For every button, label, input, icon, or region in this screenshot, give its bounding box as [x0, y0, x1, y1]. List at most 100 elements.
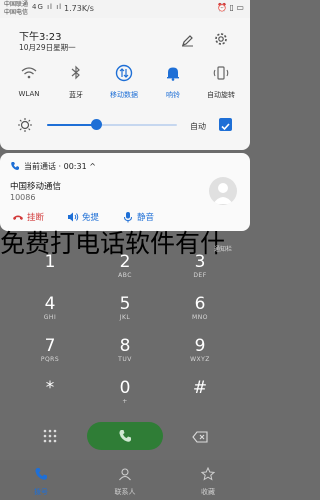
clock-time: 下午3:23 — [19, 32, 62, 43]
caller-number: 10086 — [10, 193, 36, 202]
key-letters: JKL — [119, 314, 131, 321]
speaker-button[interactable]: 免提 — [67, 211, 99, 223]
key-letters: PQRS — [40, 356, 60, 363]
speaker-icon — [68, 212, 79, 222]
phone-icon — [35, 468, 47, 480]
key-digit: # — [192, 378, 208, 398]
dialpad-key[interactable]: 6 MNO — [170, 294, 230, 332]
key-digit: 5 — [119, 294, 131, 314]
avatar — [209, 177, 237, 205]
auto-brightness-label: 自动 — [190, 122, 206, 131]
check-icon — [221, 123, 230, 131]
phone-icon — [119, 430, 131, 442]
tab-label: 收藏 — [201, 488, 215, 496]
caller-name: 中国移动通信 — [10, 182, 62, 192]
tile-ring[interactable]: 响铃 — [149, 64, 197, 108]
ongoing-call-notification[interactable]: 当前通话 · 00:31 ^ 中国移动通信 10086 挂断 免提 静音 — [0, 153, 250, 231]
key-digit: 4 — [44, 294, 56, 314]
microphone-icon — [124, 212, 132, 223]
mute-label: 静音 — [137, 213, 155, 223]
key-digit: 6 — [194, 294, 206, 314]
dialpad-toggle-icon[interactable] — [43, 428, 57, 447]
bell-icon — [149, 64, 197, 82]
speaker-label: 免提 — [82, 213, 100, 223]
dialpad-key[interactable]: # — [170, 378, 230, 416]
signal-icon: 4G ıl ıl — [32, 3, 63, 11]
key-digit: 9 — [194, 336, 206, 356]
star-icon — [200, 466, 216, 481]
tab-contacts[interactable]: 联系人 — [100, 466, 150, 497]
tab-favorites[interactable]: 收藏 — [183, 466, 233, 497]
key-digit: 3 — [194, 252, 206, 272]
edit-icon[interactable] — [181, 32, 194, 51]
person-icon — [213, 183, 233, 204]
carrier-2: 中国电信 — [4, 8, 29, 16]
tile-wlan[interactable]: WLAN — [5, 64, 53, 108]
carrier-1: 中国联通 — [4, 1, 29, 8]
dialpad-key[interactable]: 7 PQRS — [20, 336, 80, 374]
backspace-icon[interactable] — [192, 428, 208, 447]
bottom-tab-bar: 拨号 联系人 收藏 — [0, 460, 250, 500]
brightness-slider[interactable] — [47, 119, 177, 130]
mobile-data-icon — [100, 64, 148, 82]
quick-settings-panel: 下午3:23 10月29日星期一 WLAN 蓝牙 移动数据 响铃 自动旋转 自动 — [0, 18, 250, 150]
rotate-icon — [197, 64, 245, 82]
hangup-icon — [13, 215, 23, 220]
contacts-icon — [119, 468, 131, 481]
tab-dialer[interactable]: 拨号 — [16, 466, 66, 497]
carrier-labels: 中国联通 中国电信 — [4, 1, 28, 16]
tile-mobile-data[interactable]: 移动数据 — [100, 64, 148, 108]
hangup-button[interactable]: 挂断 — [12, 211, 44, 223]
auto-brightness-checkbox[interactable] — [219, 118, 232, 131]
status-right-icons: ⏰ ▯ ▭ — [216, 3, 244, 12]
tile-label: 响铃 — [166, 91, 180, 99]
tab-label: 联系人 — [114, 488, 136, 496]
key-digit: * — [45, 378, 55, 398]
key-letters: ABC — [118, 272, 132, 279]
dialpad-key[interactable]: 4 GHI — [20, 294, 80, 332]
dial-actions — [0, 420, 250, 456]
key-letters: WXYZ — [190, 356, 210, 363]
network-speed: 1.73K/s — [64, 4, 94, 13]
phone-icon — [10, 161, 20, 173]
slider-thumb[interactable] — [91, 119, 103, 130]
dialpad-key[interactable]: 0 + — [95, 378, 155, 416]
dialpad-key[interactable]: 3 DEF — [170, 252, 230, 290]
call-button[interactable] — [87, 422, 163, 450]
tile-bluetooth[interactable]: 蓝牙 — [52, 64, 100, 108]
call-status: 当前通话 · 00:31 ^ — [10, 161, 96, 173]
key-letters: MNO — [192, 314, 208, 321]
tile-label: 蓝牙 — [69, 91, 83, 99]
brightness-icon — [17, 117, 33, 137]
dialpad-key[interactable]: 5 JKL — [95, 294, 155, 332]
key-letters: GHI — [43, 314, 57, 321]
mute-button[interactable]: 静音 — [122, 211, 154, 223]
dialpad-key[interactable]: 8 TUV — [95, 336, 155, 374]
key-letters: DEF — [193, 272, 207, 279]
dialpad-key[interactable]: 9 WXYZ — [170, 336, 230, 374]
hangup-label: 挂断 — [27, 213, 45, 223]
key-digit: 2 — [119, 252, 131, 272]
dialpad-key[interactable]: 1 — [20, 252, 80, 290]
dialpad-key[interactable]: * — [20, 378, 80, 416]
quick-tiles: WLAN 蓝牙 移动数据 响铃 自动旋转 — [0, 64, 250, 114]
clock-date: 10月29日星期一 — [19, 43, 76, 52]
key-letters: + — [122, 398, 128, 405]
status-bar: 中国联通 中国电信 4G ıl ıl 1.73K/s ⏰ ▯ ▭ — [0, 0, 250, 18]
bluetooth-icon — [52, 64, 100, 82]
tile-auto-rotate[interactable]: 自动旋转 — [197, 64, 245, 108]
call-status-text: 当前通话 · 00:31 ^ — [24, 162, 96, 171]
tab-label: 拨号 — [34, 488, 48, 496]
wifi-icon — [5, 64, 53, 82]
dialpad-key[interactable]: 2 ABC — [95, 252, 155, 290]
gear-icon[interactable] — [214, 31, 228, 50]
key-digit: 8 — [119, 336, 131, 356]
slider-fill — [47, 124, 97, 126]
tile-label: WLAN — [18, 90, 40, 98]
tile-label: 自动旋转 — [207, 91, 235, 99]
key-digit: 1 — [44, 252, 56, 272]
tile-label: 移动数据 — [110, 91, 138, 99]
key-digit: 7 — [44, 336, 56, 356]
key-letters: TUV — [118, 356, 132, 363]
dialpad: 1 2 ABC 3 DEF 4 GHI 5 JKL 6 MNO 7 PQRS 8 TUV 9W… — [0, 252, 250, 420]
